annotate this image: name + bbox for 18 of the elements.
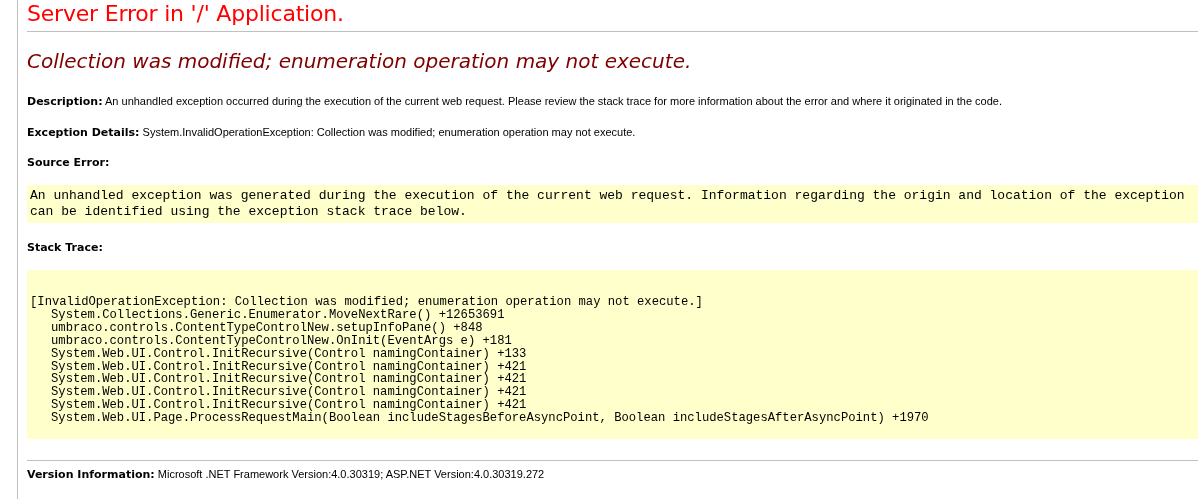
description-text: Description: An unhandled exception occurred during the execution of the current web request. Please review the stack trace for more information about the error and where it originated in the code. <box>27 94 1004 109</box>
stack-frame: System.Web.UI.Control.InitRecursive(Control namingContainer) +133 <box>30 347 1194 361</box>
stack-frame: System.Web.UI.Control.InitRecursive(Control namingContainer) +421 <box>30 399 1194 413</box>
version-text: Version Information: Microsoft .NET Framework Version:4.0.30319; ASP.NET Version:4.0.30319.272 <box>27 467 546 483</box>
source-error-text: An unhandled exception was generated during the execution of the current web request. Information regarding the origin and location of the exception can be identified using the exception stack trace below. <box>27 185 1198 223</box>
page-title: Server Error in '/' Application. <box>27 0 345 27</box>
section-heading: Stack Trace: <box>27 241 104 255</box>
exception-line: [InvalidOperationException: Collection was modified; enumeration operation may not execute.] <box>30 296 704 309</box>
stack-frame: System.Web.UI.Control.InitRecursive(Control namingContainer) +421 <box>30 386 1194 400</box>
stack-frame: System.Web.UI.Page.ProcessRequestMain(Boolean includeStagesBeforeAsyncPoint, Boolean includeStagesAfterAsyncPoint) +1970 <box>30 412 1194 426</box>
stack-frame: System.Web.UI.Control.InitRecursive(Control namingContainer) +421 <box>30 373 1194 387</box>
section-heading: Source Error: <box>27 156 111 170</box>
stack-frame: System.Web.UI.Control.InitRecursive(Control namingContainer) +421 <box>30 360 1194 374</box>
stack-frame: umbraco.controls.ContentTypeControlNew.OnInit(EventArgs e) +181 <box>30 334 1194 348</box>
error-message: Collection was modified; enumeration operation may not execute. <box>27 48 693 74</box>
stack-frame: System.Collections.Generic.Enumerator.MoveNextRare() +12653691 <box>30 308 1194 322</box>
stack-frame: umbraco.controls.ContentTypeControlNew.setupInfoPane() +848 <box>30 321 1194 335</box>
exception-details-text: Exception Details: System.InvalidOperationException: Collection was modified; enumeration operation may not execute. <box>27 125 637 140</box>
